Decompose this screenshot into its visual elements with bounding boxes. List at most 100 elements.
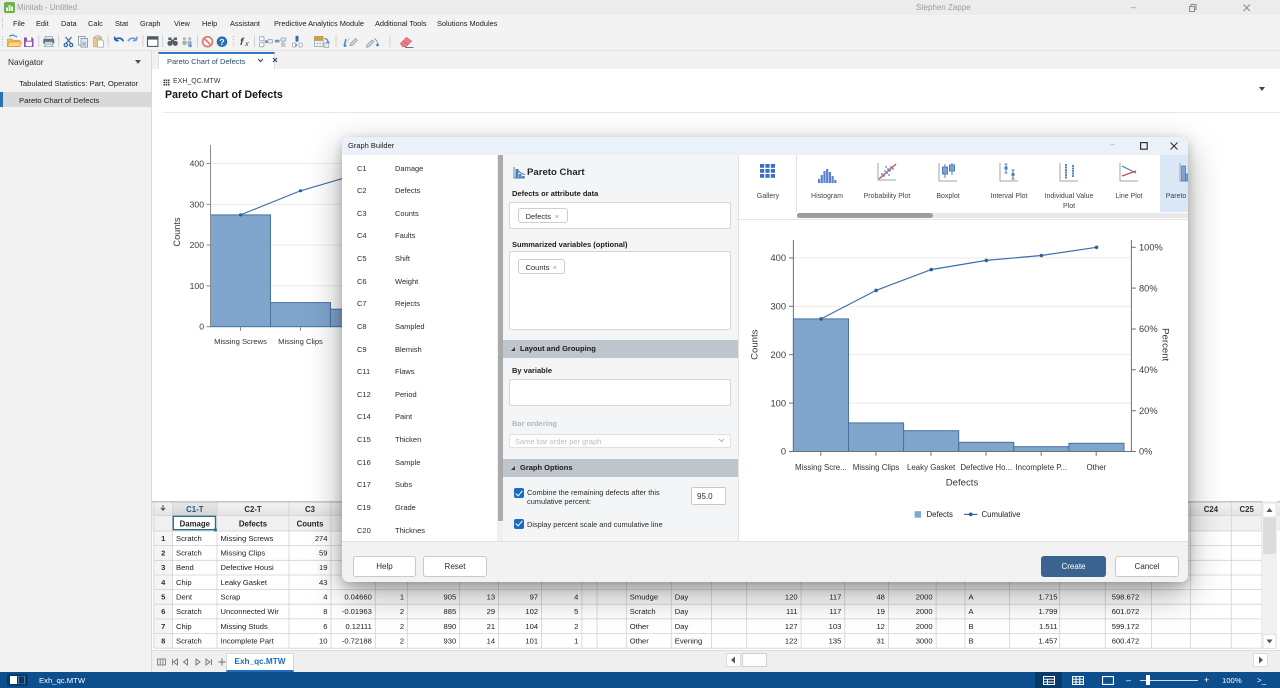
svg-text:100%: 100% <box>1139 243 1163 253</box>
svg-text:0: 0 <box>781 447 786 457</box>
svg-text:20%: 20% <box>1139 406 1158 416</box>
svg-text:4: 4 <box>323 593 327 602</box>
svg-text:2: 2 <box>574 622 578 631</box>
svg-text:200: 200 <box>770 350 786 360</box>
svg-text:Chip: Chip <box>176 622 192 631</box>
svg-text:Scratch: Scratch <box>176 549 202 558</box>
svg-text:1.799: 1.799 <box>1038 607 1057 616</box>
svg-text:97: 97 <box>530 593 538 602</box>
svg-text:Other: Other <box>1087 463 1107 472</box>
svg-text:1.457: 1.457 <box>1038 637 1057 646</box>
svg-text:598.672: 598.672 <box>1112 593 1139 602</box>
svg-text:B: B <box>969 622 974 631</box>
svg-text:19: 19 <box>319 563 327 572</box>
svg-text:885: 885 <box>444 607 457 616</box>
svg-text:905: 905 <box>444 593 457 602</box>
svg-text:600.472: 600.472 <box>1112 637 1139 646</box>
svg-text:59: 59 <box>319 549 327 558</box>
svg-text:104: 104 <box>525 622 538 631</box>
svg-text:102: 102 <box>525 607 538 616</box>
svg-text:2: 2 <box>400 622 404 631</box>
svg-text:400: 400 <box>190 159 205 169</box>
svg-text:2: 2 <box>400 637 404 646</box>
svg-text:101: 101 <box>525 637 538 646</box>
svg-text:Missing Screws: Missing Screws <box>214 337 267 346</box>
svg-text:Defects: Defects <box>946 478 979 489</box>
svg-text:Defective Ho...: Defective Ho... <box>960 463 1012 472</box>
svg-text:Scrap: Scrap <box>221 593 241 602</box>
svg-text:-0.01963: -0.01963 <box>342 607 372 616</box>
svg-text:Other: Other <box>630 637 649 646</box>
svg-text:10: 10 <box>319 637 327 646</box>
svg-text:Incomplete Part: Incomplete Part <box>221 637 275 646</box>
svg-text:117: 117 <box>829 607 841 616</box>
svg-text:200: 200 <box>190 240 205 250</box>
svg-text:12: 12 <box>876 622 884 631</box>
svg-text:0: 0 <box>199 322 204 332</box>
svg-text:29: 29 <box>487 607 495 616</box>
svg-text:Smudge: Smudge <box>630 593 658 602</box>
svg-text:930: 930 <box>444 637 457 646</box>
svg-text:Counts: Counts <box>172 217 182 247</box>
svg-text:40%: 40% <box>1139 365 1158 375</box>
svg-text:111: 111 <box>786 607 798 616</box>
svg-text:135: 135 <box>829 637 842 646</box>
svg-text:117: 117 <box>829 593 841 602</box>
svg-text:0.12111: 0.12111 <box>345 622 371 631</box>
svg-text:Defects: Defects <box>927 510 954 519</box>
svg-text:890: 890 <box>444 622 457 631</box>
svg-text:Defects: Defects <box>239 520 268 529</box>
svg-text:400: 400 <box>770 253 786 263</box>
svg-text:Scratch: Scratch <box>176 607 202 616</box>
svg-text:Percent: Percent <box>1160 328 1171 361</box>
svg-text:31: 31 <box>876 637 884 646</box>
svg-text:Counts: Counts <box>750 329 761 360</box>
svg-text:300: 300 <box>770 302 786 312</box>
svg-text:3000: 3000 <box>916 637 933 646</box>
svg-text:x: x <box>244 39 249 48</box>
svg-text:7: 7 <box>161 622 165 631</box>
svg-text:Missing Clips: Missing Clips <box>221 549 266 558</box>
svg-text:C3: C3 <box>305 505 316 514</box>
svg-text:?: ? <box>219 37 224 47</box>
svg-text:80%: 80% <box>1139 283 1158 293</box>
svg-text:8: 8 <box>161 637 165 646</box>
svg-text:Day: Day <box>675 607 689 616</box>
svg-text:103: 103 <box>829 622 842 631</box>
svg-text:Missing Scre...: Missing Scre... <box>795 463 847 472</box>
svg-text:6: 6 <box>323 622 327 631</box>
svg-text:Counts: Counts <box>297 520 325 529</box>
svg-text:-0.72188: -0.72188 <box>342 637 372 646</box>
svg-text:Chip: Chip <box>176 578 192 587</box>
svg-text:Day: Day <box>675 593 689 602</box>
svg-text:2: 2 <box>161 549 165 558</box>
svg-text:100: 100 <box>190 281 205 291</box>
svg-text:300: 300 <box>190 199 205 209</box>
svg-text:14: 14 <box>487 637 495 646</box>
svg-text:13: 13 <box>487 593 495 602</box>
svg-text:Missing Studs: Missing Studs <box>221 622 268 631</box>
svg-text:5: 5 <box>574 607 578 616</box>
svg-text:0.04660: 0.04660 <box>344 593 371 602</box>
svg-text:Defective Housi: Defective Housi <box>221 563 274 572</box>
svg-text:1.511: 1.511 <box>1039 622 1057 631</box>
svg-text:Unconnected Wir: Unconnected Wir <box>221 607 280 616</box>
svg-text:48: 48 <box>876 593 884 602</box>
svg-text:Incomplete P...: Incomplete P... <box>1015 463 1067 472</box>
svg-text:1: 1 <box>574 637 578 646</box>
svg-text:C2-T: C2-T <box>244 505 262 514</box>
svg-text:2000: 2000 <box>916 593 933 602</box>
svg-text:Dent: Dent <box>176 593 193 602</box>
svg-text:19: 19 <box>876 607 884 616</box>
svg-text:127: 127 <box>785 622 798 631</box>
svg-text:Other: Other <box>630 622 649 631</box>
svg-text:3: 3 <box>161 563 165 572</box>
svg-text:Day: Day <box>675 622 689 631</box>
svg-text:120: 120 <box>785 593 798 602</box>
svg-text:1: 1 <box>400 593 404 602</box>
svg-text:Leaky Gasket: Leaky Gasket <box>221 578 268 587</box>
svg-text:Scratch: Scratch <box>176 637 202 646</box>
svg-text:Damage: Damage <box>180 520 211 529</box>
svg-text:0%: 0% <box>1139 447 1152 457</box>
svg-text:1.715: 1.715 <box>1038 593 1057 602</box>
